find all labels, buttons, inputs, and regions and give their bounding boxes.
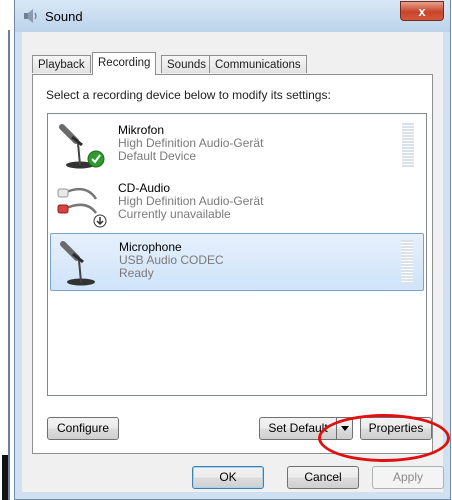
tab-playback[interactable]: Playback — [32, 55, 91, 73]
cancel-button[interactable]: Cancel — [287, 466, 359, 489]
device-name: Mikrofon — [118, 123, 165, 137]
device-item-cd-audio[interactable]: CD-Audio High Definition Audio-Gerät Cur… — [50, 175, 424, 233]
recording-panel: Select a recording device below to modif… — [32, 74, 433, 454]
device-list[interactable]: Mikrofon High Definition Audio-Gerät Def… — [47, 113, 427, 396]
background-strip — [0, 0, 14, 500]
device-description: High Definition Audio-Gerät — [118, 194, 264, 208]
device-item-mikrofon[interactable]: Mikrofon High Definition Audio-Gerät Def… — [50, 117, 424, 175]
tab-recording[interactable]: Recording — [92, 52, 157, 75]
device-status: Ready — [119, 266, 154, 280]
close-button[interactable]: x — [400, 1, 444, 21]
device-description: USB Audio CODEC — [119, 253, 224, 267]
title-bar[interactable]: Sound x — [15, 0, 450, 32]
device-name: Microphone — [119, 240, 182, 254]
chevron-down-icon[interactable] — [336, 418, 352, 439]
level-meter — [402, 123, 414, 167]
tab-sounds[interactable]: Sounds — [161, 55, 213, 73]
device-name: CD-Audio — [118, 181, 171, 195]
cd-audio-cable-icon — [57, 187, 107, 228]
ok-button[interactable]: OK — [192, 466, 264, 489]
device-status: Currently unavailable — [118, 207, 231, 221]
device-status: Default Device — [118, 149, 197, 163]
instruction-text: Select a recording device below to modif… — [46, 88, 331, 102]
properties-button[interactable]: Properties — [360, 417, 432, 440]
configure-button[interactable]: Configure — [47, 417, 119, 440]
sound-dialog: Sound x Playback Recording Sounds Commun… — [14, 0, 451, 500]
device-description: High Definition Audio-Gerät — [118, 136, 264, 150]
dialog-client-area: Playback Recording Sounds Communications… — [22, 32, 444, 492]
window-title: Sound — [45, 9, 83, 24]
level-meter — [401, 240, 413, 284]
speaker-icon — [24, 9, 37, 23]
device-item-microphone[interactable]: Microphone USB Audio CODEC Ready — [50, 233, 424, 291]
set-default-label: Set Default — [268, 421, 328, 435]
microphone-default-icon — [59, 124, 105, 169]
apply-button: Apply — [372, 466, 444, 489]
microphone-icon — [60, 241, 95, 286]
set-default-button[interactable]: Set Default — [259, 417, 353, 440]
tab-communications[interactable]: Communications — [209, 55, 307, 73]
